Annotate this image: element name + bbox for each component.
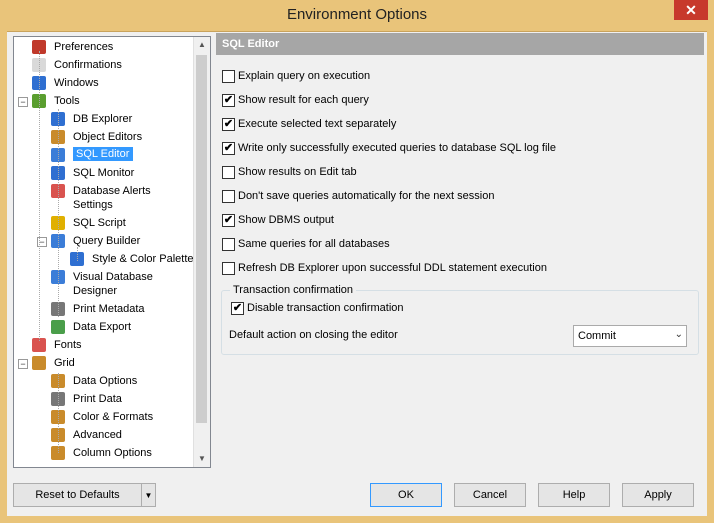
tree-item-label: DB Explorer [73, 113, 133, 125]
window-frame-bottom [0, 516, 714, 523]
default-action-select[interactable]: Commit ⌄ [573, 325, 687, 347]
sql-editor-panel: SQL Editor Explain query on execution ✔ Sh… [216, 33, 704, 468]
checkbox-checked-icon[interactable]: ✔ [222, 118, 235, 131]
tree-item-label-line2: Designer [73, 285, 118, 297]
tree-item-label: Object Editors [73, 131, 143, 143]
option-label: Show results on Edit tab [238, 166, 357, 178]
tree-item-label-line2: Settings [73, 199, 113, 211]
options-tree[interactable]: Preferences Confirmations Windows − Tools DB … [13, 36, 211, 468]
grid-icon [32, 356, 46, 370]
tree-item-label: Column Options [73, 447, 152, 459]
tree-item-label: Database Alerts [73, 185, 151, 197]
window-frame-left [0, 31, 7, 523]
option-label: Show DBMS output [238, 214, 334, 226]
checkbox-checked-icon[interactable]: ✔ [222, 94, 235, 107]
tree-item-label: Confirmations [54, 59, 122, 71]
tree-item-label: Print Metadata [73, 303, 145, 315]
tree-item-label: Data Options [73, 375, 138, 387]
chevron-down-icon: ⌄ [674, 329, 683, 340]
help-label: Help [562, 489, 586, 501]
default-action-label: Default action on closing the editor [229, 329, 398, 341]
panel-header: SQL Editor [216, 33, 704, 55]
option-label: Refresh DB Explorer upon successful DDL … [238, 262, 547, 274]
options-tree-content: Preferences Confirmations Windows − Tools DB … [14, 37, 194, 467]
apply-button[interactable]: Apply [622, 483, 694, 507]
collapse-icon[interactable]: − [18, 359, 28, 369]
option-label: Don't save queries automatically for the… [238, 190, 495, 202]
data-export-icon [51, 320, 65, 334]
help-button[interactable]: Help [538, 483, 610, 507]
checkbox-checked-icon[interactable]: ✔ [222, 214, 235, 227]
tree-connector-line [58, 373, 59, 453]
tree-connector-line [77, 247, 78, 261]
option-label: Explain query on execution [238, 70, 371, 82]
tree-scrollbar[interactable]: ▲ ▼ [193, 37, 210, 467]
option-label: Same queries for all databases [238, 238, 390, 250]
cancel-button[interactable]: Cancel [454, 483, 526, 507]
transaction-legend: Transaction confirmation [230, 284, 357, 296]
ok-label: OK [398, 489, 414, 501]
tree-item-label: Visual Database [73, 271, 153, 283]
environment-options-window: Environment Options ✕ Preferences Confirm… [0, 0, 714, 523]
option-label: Write only successfully executed queries… [238, 142, 556, 154]
collapse-icon[interactable]: − [18, 97, 28, 107]
tree-item-label: SQL Script [73, 217, 126, 229]
tree-item-label: SQL Monitor [73, 167, 135, 179]
title-bar: Environment Options ✕ [0, 0, 714, 32]
tree-item-label: SQL Editor [73, 147, 134, 161]
tree-item-label: Advanced [73, 429, 122, 441]
checkbox-empty-icon[interactable] [222, 238, 235, 251]
option-label: Execute selected text separately [238, 118, 397, 130]
cancel-label: Cancel [472, 489, 508, 501]
reset-dropdown-button[interactable]: ▼ [141, 483, 156, 507]
tree-connector-line [39, 51, 40, 341]
checkbox-box[interactable]: ✔ [231, 302, 244, 315]
reset-to-defaults-button[interactable]: Reset to Defaults [13, 483, 142, 507]
tree-item-label: Preferences [54, 41, 114, 53]
tree-item-label: Fonts [54, 339, 82, 351]
tree-item-label: Tools [54, 95, 80, 107]
tree-item-label: Windows [54, 77, 99, 89]
tree-item-label: Color & Formats [73, 411, 154, 423]
tree-item-label: Data Export [73, 321, 132, 333]
option-label: Show result for each query [238, 94, 369, 106]
ok-button[interactable]: OK [370, 483, 442, 507]
scroll-down-icon[interactable]: ▼ [194, 451, 210, 467]
checkbox-empty-icon[interactable] [222, 166, 235, 179]
panel-title: SQL Editor [222, 38, 280, 50]
tree-connector-line [58, 109, 59, 317]
close-button[interactable]: ✕ [674, 0, 708, 20]
scroll-up-icon[interactable]: ▲ [194, 37, 210, 53]
scroll-thumb[interactable] [196, 55, 207, 423]
apply-label: Apply [644, 489, 672, 501]
disable-transaction-label: Disable transaction confirmation [247, 302, 404, 314]
checkbox-empty-icon[interactable] [222, 262, 235, 275]
reset-label: Reset to Defaults [35, 489, 120, 501]
tree-item-label: Style & Color Palette [92, 253, 194, 265]
window-title: Environment Options [286, 6, 428, 23]
checkbox-empty-icon[interactable] [222, 190, 235, 203]
checkbox-checked-icon[interactable]: ✔ [222, 142, 235, 155]
tree-item-label: Print Data [73, 393, 122, 405]
checkbox-empty-icon[interactable] [222, 70, 235, 83]
window-frame-right [707, 31, 714, 523]
dropdown-arrow-icon: ▼ [144, 491, 153, 500]
default-action-value: Commit [578, 330, 616, 342]
tree-item-label: Grid [54, 357, 75, 369]
tree-item-label: Query Builder [73, 235, 141, 247]
